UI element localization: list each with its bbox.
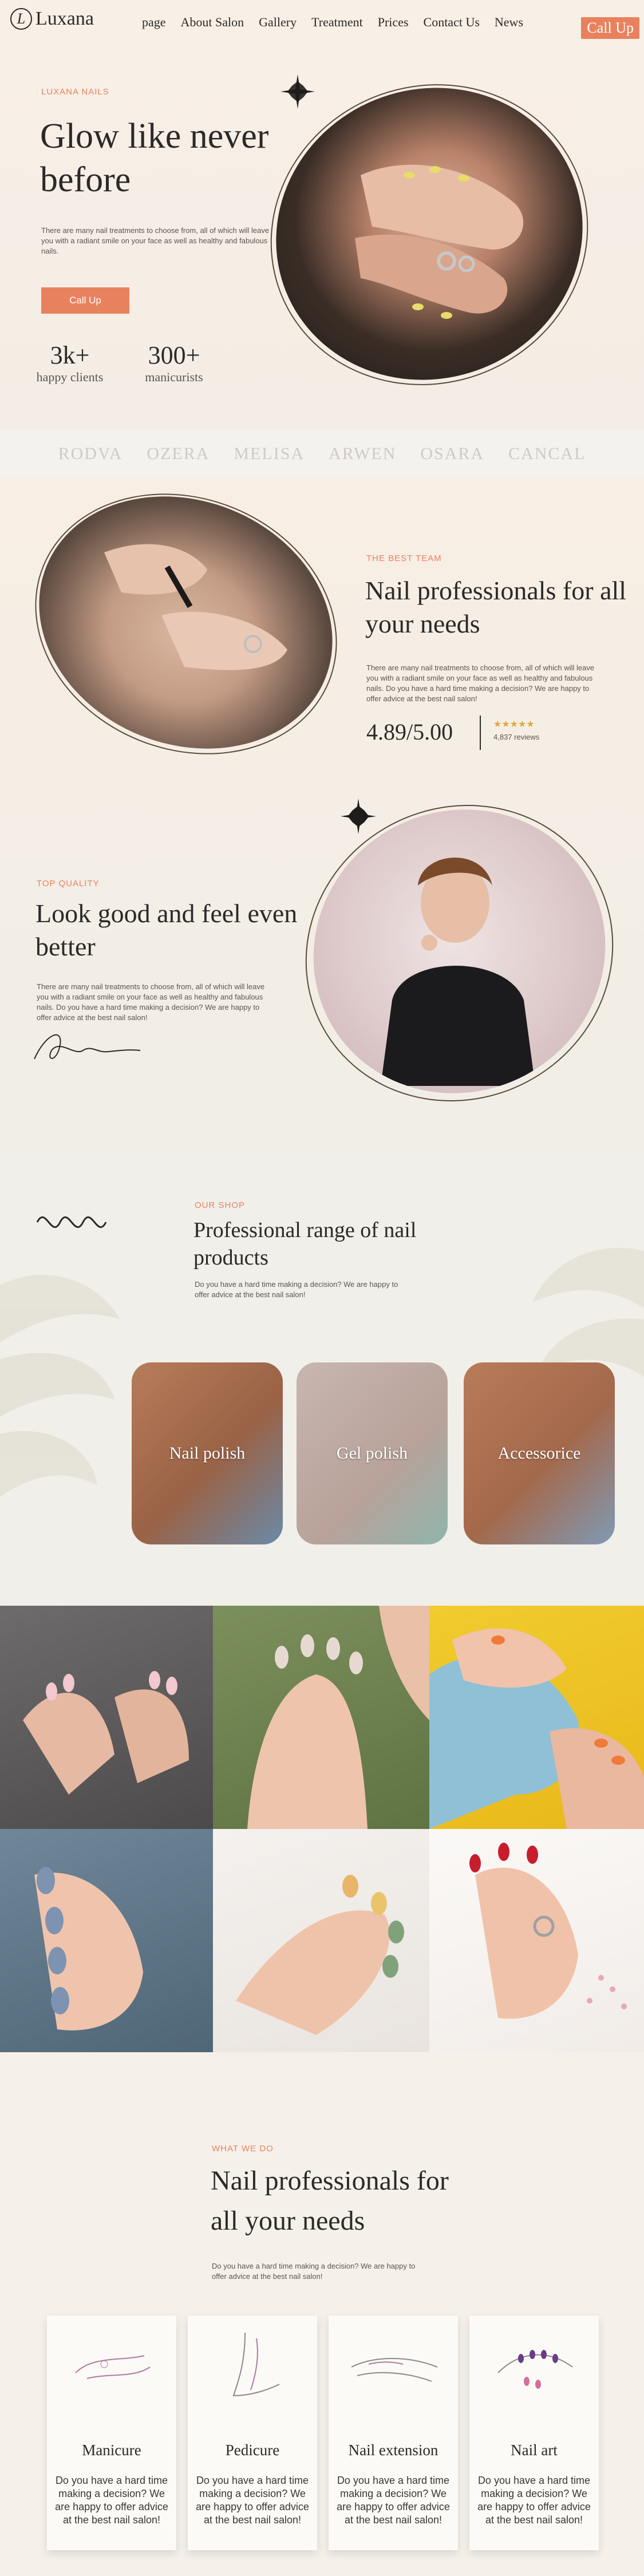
shop-card-label: Nail polish (169, 1444, 246, 1463)
manicure-process-image (1, 453, 371, 792)
brand-logo: OSARA (420, 444, 485, 463)
shop-text: Do you have a hard time making a decisio… (195, 1280, 398, 1299)
rating-reviews: 4,837 reviews (493, 733, 540, 741)
service-description: Do you have a hard time making a decisio… (196, 2475, 309, 2526)
sparkle-icon (341, 799, 376, 834)
team-title: Nail professionals for all your needs (365, 576, 627, 638)
rating-stars: ★★★★★ (493, 720, 535, 729)
nav-item-news[interactable]: News (495, 15, 523, 30)
hero-title: Glow like never before (40, 117, 269, 199)
brand-logo: OZERA (147, 444, 210, 463)
services-title: Nail professionals for all your needs (211, 2166, 449, 2236)
gallery-grid (0, 1606, 644, 2052)
manicure-sketch-icon (75, 2355, 151, 2379)
service-name: Pedicure (225, 2441, 280, 2459)
stat-clients-label: happy clients (36, 370, 104, 384)
nav-item-prices[interactable]: Prices (378, 15, 409, 30)
quality-title: Look good and feel even better (35, 899, 298, 961)
shop-card-label: Gel polish (336, 1444, 408, 1463)
service-card-nail-art[interactable]: Nail art Do you have a hard time making … (469, 2316, 599, 2550)
gallery-image[interactable] (213, 1829, 429, 2052)
nail-art-sketch-icon (497, 2350, 573, 2389)
team-eyebrow: THE BEST TEAM (366, 554, 442, 563)
gallery-image[interactable] (0, 1829, 213, 2052)
team-text: There are many nail treatments to choose… (366, 663, 595, 703)
services-eyebrow: WHAT WE DO (212, 2144, 274, 2154)
service-name: Manicure (82, 2441, 141, 2459)
gallery-image[interactable] (213, 1606, 429, 1829)
shop-card-gel-polish[interactable]: Gel polish (297, 1362, 448, 1544)
palm-leaf-decoration (0, 1275, 120, 1497)
logo-text: Luxana (35, 8, 94, 29)
brand-logo: MELISA (234, 444, 305, 463)
sparkle-icon (280, 74, 315, 109)
hero-call-up-button[interactable]: Call Up (41, 287, 129, 314)
nail-extension-sketch-icon (351, 2358, 438, 2382)
logo-mark: L (10, 8, 32, 30)
nav-item-contact-us[interactable]: Contact Us (424, 15, 480, 30)
shop-title: Professional range of nail products (193, 1218, 417, 1270)
team-section: THE BEST TEAM Nail professionals for all… (0, 449, 644, 1156)
service-description: Do you have a hard time making a decisio… (477, 2475, 591, 2526)
shop-eyebrow: OUR SHOP (195, 1200, 246, 1210)
logo[interactable]: L Luxana (10, 8, 94, 30)
rating-divider (480, 716, 481, 750)
smiling-woman-image (263, 758, 644, 1145)
shop-card-label: Accessorice (497, 1444, 581, 1463)
gallery-image[interactable] (0, 1606, 213, 1829)
brand-logo: RODVA (58, 444, 123, 463)
nav-item-gallery[interactable]: Gallery (259, 15, 297, 30)
nav-item-about-salon[interactable]: About Salon (181, 15, 244, 30)
service-name: Nail art (511, 2441, 558, 2459)
services-text: Do you have a hard time making a decisio… (212, 2262, 416, 2281)
gallery-image[interactable] (429, 1606, 644, 1829)
main-nav: page About Salon Gallery Treatment Price… (142, 15, 523, 30)
site-header: L Luxana page About Salon Gallery Treatm… (0, 0, 644, 52)
gallery-image[interactable] (429, 1829, 644, 2052)
stat-manicurists-label: manicurists (145, 370, 203, 384)
nav-item-page[interactable]: page (142, 15, 166, 30)
pedicure-sketch-icon (232, 2332, 280, 2397)
stat-clients-number: 3k+ (50, 341, 90, 369)
stat-clients: 3k+ happy clients (30, 341, 110, 385)
quality-text: There are many nail treatments to choose… (37, 982, 265, 1022)
rating-score: 4.89/5.00 (366, 719, 453, 745)
shop-card-nail-polish[interactable]: Nail polish (132, 1362, 283, 1544)
brand-strip: RODVA OZERA MELISA ARWEN OSARA CANCAL (0, 429, 644, 478)
hero-eyebrow: LUXANA NAILS (41, 87, 109, 97)
shop-card-accessories[interactable]: Accessorice (464, 1362, 615, 1544)
service-name: Nail extension (348, 2441, 438, 2459)
hero-section: LUXANA NAILS Glow like never before Ther… (0, 37, 644, 433)
hero-text: There are many nail treatments to choose… (41, 226, 270, 255)
shop-section: OUR SHOP Professional range of nail prod… (0, 1153, 644, 1606)
stat-manicurists-number: 300+ (148, 341, 200, 369)
brand-logo: CANCAL (508, 444, 586, 463)
stat-manicurists: 300+ manicurists (134, 341, 214, 385)
service-description: Do you have a hard time making a decisio… (55, 2475, 168, 2526)
services-section: WHAT WE DO Nail professionals for all yo… (0, 2052, 644, 2576)
brand-logo: ARWEN (329, 444, 397, 463)
service-card-pedicure[interactable]: Pedicure Do you have a hard time making … (188, 2316, 317, 2550)
nav-item-treatment[interactable]: Treatment (311, 15, 363, 30)
squiggle-decoration (36, 1216, 107, 1228)
service-card-nail-extension[interactable]: Nail extension Do you have a hard time m… (329, 2316, 458, 2550)
signature (34, 1034, 141, 1060)
call-up-button[interactable]: Call Up (581, 17, 639, 39)
service-card-manicure[interactable]: Manicure Do you have a hard time making … (47, 2316, 176, 2550)
service-description: Do you have a hard time making a decisio… (337, 2475, 450, 2526)
quality-eyebrow: TOP QUALITY (37, 879, 100, 888)
